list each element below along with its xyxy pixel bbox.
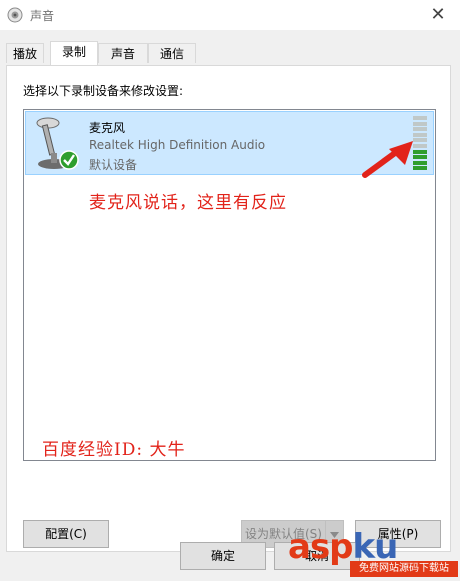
device-driver: Realtek High Definition Audio [89,138,266,152]
watermark-asp: asp [288,527,354,567]
tab-communications[interactable]: 通信 [148,43,196,63]
tab-recording[interactable]: 录制 [50,41,98,65]
device-list[interactable]: 麦克风 Realtek High Definition Audio 默认设备 麦… [23,109,436,461]
watermark-logo: aspku 免费网站源码下载站 [284,525,460,581]
sound-dialog: 播放 录制 声音 通信 选择以下录制设备来修改设置: 麦克风 Realtek H… [0,30,460,581]
tab-sounds[interactable]: 声音 [98,43,148,63]
device-name: 麦克风 [89,121,126,135]
annotation-talk-hint: 麦克风说话，这里有反应 [89,193,287,213]
level-meter-bar [413,121,427,126]
level-meter-bar [413,132,427,137]
tab-playback[interactable]: 播放 [6,43,44,63]
annotation-credit: 百度经验ID: 大牛 [42,440,186,460]
level-meter-bar [413,116,427,120]
configure-button[interactable]: 配置(C) [23,520,109,548]
microphone-icon [36,117,79,170]
recording-panel: 选择以下录制设备来修改设置: 麦克风 Realtek High Definiti… [6,65,451,552]
speaker-icon [7,7,23,23]
ok-button[interactable]: 确定 [180,542,266,570]
window-title: 声音 [30,9,55,23]
close-icon: ✕ [430,4,446,25]
check-icon [59,150,79,170]
watermark-subtitle: 免费网站源码下载站 [350,561,458,577]
red-arrow-icon [362,141,413,178]
title-bar: 声音 ✕ [0,0,460,30]
level-meter-bar [413,127,427,132]
device-status: 默认设备 [89,158,138,172]
instruction-text: 选择以下录制设备来修改设置: [23,84,184,98]
close-button[interactable]: ✕ [416,0,460,30]
